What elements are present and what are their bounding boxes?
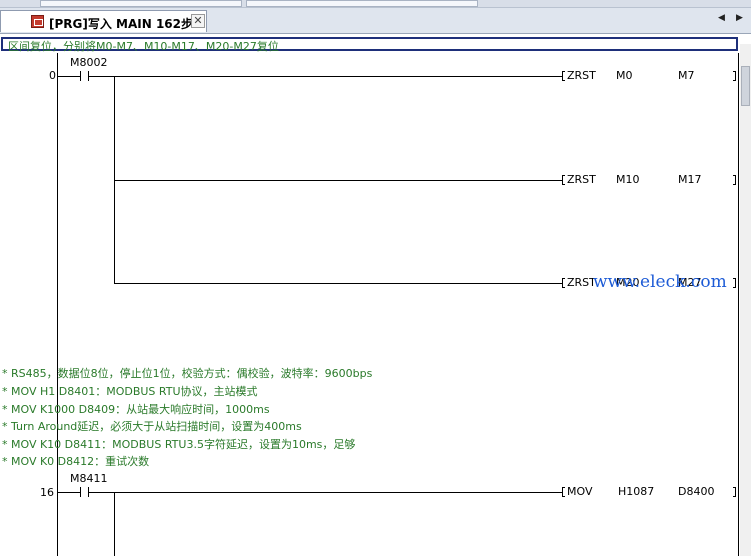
rung-comment-line: * MOV K10 D8411：MODBUS RTU3.5字符延迟，设置为10m… <box>2 438 356 451</box>
toolbar-field[interactable] <box>40 0 242 7</box>
top-toolbar-strip <box>0 0 751 8</box>
instruction-bracket <box>733 71 736 81</box>
rung-comment-line: * Turn Around延迟，必须大于从站扫描时间，设置为400ms <box>2 420 302 433</box>
step-number: 16 <box>40 486 54 499</box>
instruction-bracket <box>562 278 565 288</box>
instruction-bracket <box>733 175 736 185</box>
rung-comment-line: * RS485，数据位8位，停止位1位，校验方式：偶校验，波特率：9600bps <box>2 367 373 380</box>
tab-scroll-left-icon[interactable]: ◀ <box>718 13 725 23</box>
wire <box>114 180 562 181</box>
rung-comment-line: * MOV K1000 D8409：从站最大响应时间，1000ms <box>2 403 270 416</box>
tab-title: [PRG]写入 MAIN 162步 <box>49 17 193 31</box>
instruction-op: ZRST <box>567 69 596 82</box>
instruction-op: MOV <box>567 485 593 498</box>
instruction-arg: M0 <box>616 69 633 82</box>
wire <box>89 492 562 493</box>
watermark: www.eleck.com <box>593 272 727 292</box>
instruction-bracket <box>562 487 565 497</box>
contact-device-label: M8002 <box>70 56 108 69</box>
rung-comment-line: * MOV K0 D8412：重试次数 <box>2 455 150 468</box>
wire <box>58 76 80 77</box>
instruction-arg: H1087 <box>618 485 655 498</box>
scrollbar-thumb[interactable] <box>741 66 750 106</box>
instruction-arg: M17 <box>678 173 702 186</box>
tab-bar: [PRG]写入 MAIN 162步 ✕ ◀ ▶ <box>0 8 751 34</box>
instruction-bracket <box>733 278 736 288</box>
instruction-arg: M10 <box>616 173 640 186</box>
left-power-rail <box>57 53 58 556</box>
instruction-bracket <box>733 487 736 497</box>
instruction-bracket <box>562 175 565 185</box>
instruction-arg: M7 <box>678 69 695 82</box>
tab-main-program[interactable]: [PRG]写入 MAIN 162步 ✕ <box>0 10 207 32</box>
vertical-scrollbar[interactable] <box>740 44 751 556</box>
instruction-op: ZRST <box>567 173 596 186</box>
branch-wire <box>114 492 115 556</box>
tab-scroll-right-icon[interactable]: ▶ <box>736 13 743 23</box>
wire <box>89 76 562 77</box>
statement-comment: 区间复位，分别将M0-M7、M10-M17、M20-M27复位 <box>8 40 279 53</box>
step-number: 0 <box>49 69 56 82</box>
instruction-arg: D8400 <box>678 485 715 498</box>
instruction-op: ZRST <box>567 276 596 289</box>
rung-comment-line: * MOV H1 D8401：MODBUS RTU协议，主站模式 <box>2 385 258 398</box>
right-power-rail <box>738 53 739 556</box>
close-icon[interactable]: ✕ <box>191 14 205 28</box>
wire <box>114 283 562 284</box>
toolbar-field[interactable] <box>246 0 478 7</box>
ladder-program-icon <box>31 15 44 28</box>
instruction-bracket <box>562 71 565 81</box>
wire <box>58 492 80 493</box>
contact-device-label: M8411 <box>70 472 108 485</box>
contact-symbol[interactable] <box>80 71 81 81</box>
contact-symbol[interactable] <box>80 487 81 497</box>
